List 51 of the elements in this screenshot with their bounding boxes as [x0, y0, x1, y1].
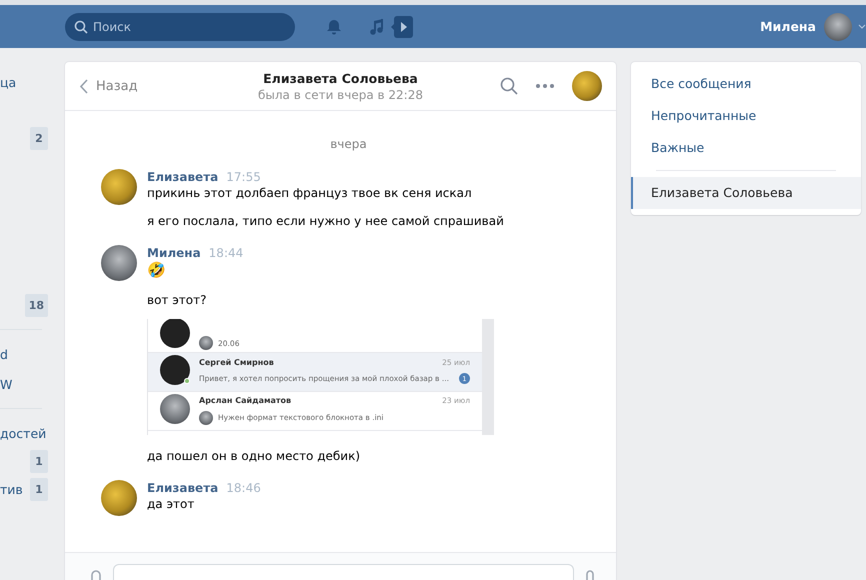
- user-name[interactable]: Милена: [760, 19, 816, 34]
- message-time: 18:46: [226, 481, 261, 495]
- more-icon[interactable]: [536, 84, 554, 88]
- sender-avatar[interactable]: [101, 245, 137, 281]
- dialog-avatar: [160, 394, 190, 424]
- message-time: 18:44: [208, 246, 244, 260]
- sender-name[interactable]: Елизавета: [147, 170, 218, 184]
- chat-title[interactable]: Елизавета Соловьева: [263, 70, 418, 86]
- sender-name[interactable]: Елизавета: [147, 481, 218, 495]
- dialog-avatar: [160, 355, 190, 385]
- last-seen-status: была в сети вчера в 22:28: [258, 88, 423, 102]
- message-text: я его послала, типо если нужно у нее самой спрашивай: [147, 214, 504, 228]
- sender-name[interactable]: Милена: [147, 246, 201, 260]
- contact-avatar[interactable]: [572, 71, 602, 101]
- message-input[interactable]: [113, 564, 574, 580]
- search-icon[interactable]: [500, 77, 518, 95]
- count-badge: 2: [30, 126, 48, 150]
- message-text: вот этот?: [147, 293, 208, 307]
- message-text: да этот: [147, 497, 196, 511]
- music-note-icon[interactable]: [369, 18, 385, 36]
- menu-link[interactable]: ца: [0, 74, 16, 90]
- message-text: прикинь этот долбаеп француз твое вк сеня искал: [147, 186, 473, 200]
- menu-link[interactable]: тив: [0, 482, 23, 496]
- emoji: 🤣: [147, 261, 167, 279]
- search-field[interactable]: Поиск: [65, 12, 295, 40]
- filter-item[interactable]: Важные: [631, 132, 861, 164]
- dialog-name: Сергей Смирнов: [199, 358, 274, 367]
- bell-icon[interactable]: [325, 18, 343, 36]
- menu-link[interactable]: d: [0, 346, 8, 362]
- filter-item[interactable]: Елизавета Соловьева: [631, 177, 861, 209]
- count-badge: 1: [30, 450, 48, 472]
- play-icon[interactable]: [391, 16, 413, 38]
- dialog-name: Арслан Сайдаматов: [199, 396, 292, 404]
- dialog-avatar: [160, 319, 190, 348]
- count-badge: 1: [30, 478, 48, 500]
- filter-item[interactable]: Все сообщения: [631, 68, 861, 100]
- chevron-left-icon: [79, 78, 88, 94]
- user-avatar[interactable]: [824, 12, 852, 40]
- menu-link[interactable]: W: [0, 376, 12, 392]
- message-text: да пошел он в одно место дебик): [147, 449, 362, 463]
- message-time: 17:55: [226, 170, 261, 184]
- menu-link[interactable]: достей: [0, 426, 46, 440]
- back-button[interactable]: Назад: [79, 78, 209, 94]
- mini-avatar: [199, 336, 213, 350]
- filter-item[interactable]: Непрочитанные: [631, 100, 861, 132]
- count-badge: 18: [24, 294, 48, 316]
- sender-avatar[interactable]: [101, 169, 137, 205]
- date-separator: вчера: [330, 137, 367, 151]
- sender-avatar[interactable]: [101, 480, 137, 516]
- chevron-down-icon[interactable]: [858, 24, 866, 29]
- mini-avatar: [199, 410, 213, 424]
